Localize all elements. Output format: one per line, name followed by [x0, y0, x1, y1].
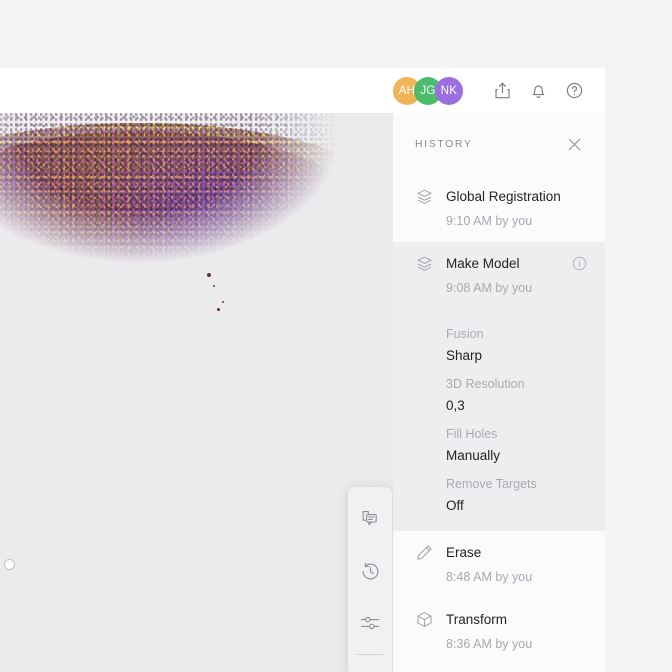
history-list: Global Registration 9:10 AM by you Make Mo… — [393, 175, 605, 672]
cube-icon — [415, 610, 434, 629]
share-icon[interactable] — [487, 76, 517, 106]
3d-viewport[interactable] — [0, 113, 395, 672]
history-item[interactable]: Global Registration 9:10 AM by you — [393, 175, 605, 242]
history-item-label: Erase — [446, 545, 482, 560]
parameter-value: Manually — [446, 448, 501, 463]
stray-point — [213, 285, 215, 287]
parameter-value: Off — [446, 498, 464, 513]
history-item-row: Transform — [415, 610, 587, 629]
history-item-timestamp: 9:08 AM by you — [446, 281, 533, 295]
top-toolbar: AH JG NK — [0, 68, 605, 113]
toolbar-divider — [357, 654, 383, 655]
stray-point — [207, 273, 211, 277]
layers-icon — [415, 254, 434, 273]
parameter-key: Remove Targets — [446, 477, 537, 491]
history-panel-title: HISTORY — [415, 138, 473, 150]
stray-point — [222, 301, 224, 303]
history-item-label: Transform — [446, 612, 508, 627]
history-item-label: Make Model — [446, 256, 520, 271]
point-cloud-model — [0, 113, 395, 672]
viewport-edge-handle[interactable] — [5, 560, 14, 569]
history-panel-header: HISTORY — [393, 113, 605, 175]
parameter-key: Fusion — [446, 327, 484, 341]
info-icon[interactable] — [571, 256, 587, 272]
history-clock-icon[interactable] — [353, 554, 387, 588]
pencil-icon — [415, 543, 434, 562]
history-item[interactable]: Transform 8:36 AM by you — [393, 598, 605, 665]
bell-icon[interactable] — [523, 76, 553, 106]
history-item-row: Make Model — [415, 254, 587, 273]
app-root: AH JG NK HISTORY Global Registration 9:1… — [0, 0, 672, 672]
history-item-timestamp: 8:48 AM by you — [446, 570, 533, 584]
collaborator-avatars: AH JG NK — [393, 76, 463, 105]
help-icon[interactable] — [559, 76, 589, 106]
sliders-icon[interactable] — [353, 606, 387, 640]
parameter-key: 3D Resolution — [446, 377, 525, 391]
avatar-nk[interactable]: NK — [435, 76, 463, 105]
history-item-timestamp: 9:10 AM by you — [446, 214, 533, 228]
history-panel: HISTORY Global Registration 9:10 AM by yo… — [393, 113, 605, 672]
point-cloud-speckle-dark — [0, 113, 395, 672]
floating-toolbar — [348, 487, 392, 672]
history-item[interactable]: Fine-Tune Mesh — [393, 665, 605, 672]
history-item[interactable]: Make Model 9:08 AM by you — [393, 242, 605, 309]
history-item-label: Global Registration — [446, 189, 561, 204]
history-item[interactable]: Erase 8:48 AM by you — [393, 531, 605, 598]
history-item-timestamp: 8:36 AM by you — [446, 637, 533, 651]
history-item-parameters: Fusion Sharp 3D Resolution 0,3 Fill Holes Man… — [393, 309, 605, 531]
stray-point — [217, 308, 220, 311]
parameter-key: Fill Holes — [446, 427, 498, 441]
parameter-value: 0,3 — [446, 398, 465, 413]
history-item-row: Global Registration — [415, 187, 587, 206]
layers-icon — [415, 187, 434, 206]
close-icon[interactable] — [563, 133, 585, 155]
annotate-icon[interactable] — [353, 502, 387, 536]
history-item-row: Erase — [415, 543, 587, 562]
parameter-value: Sharp — [446, 348, 483, 363]
